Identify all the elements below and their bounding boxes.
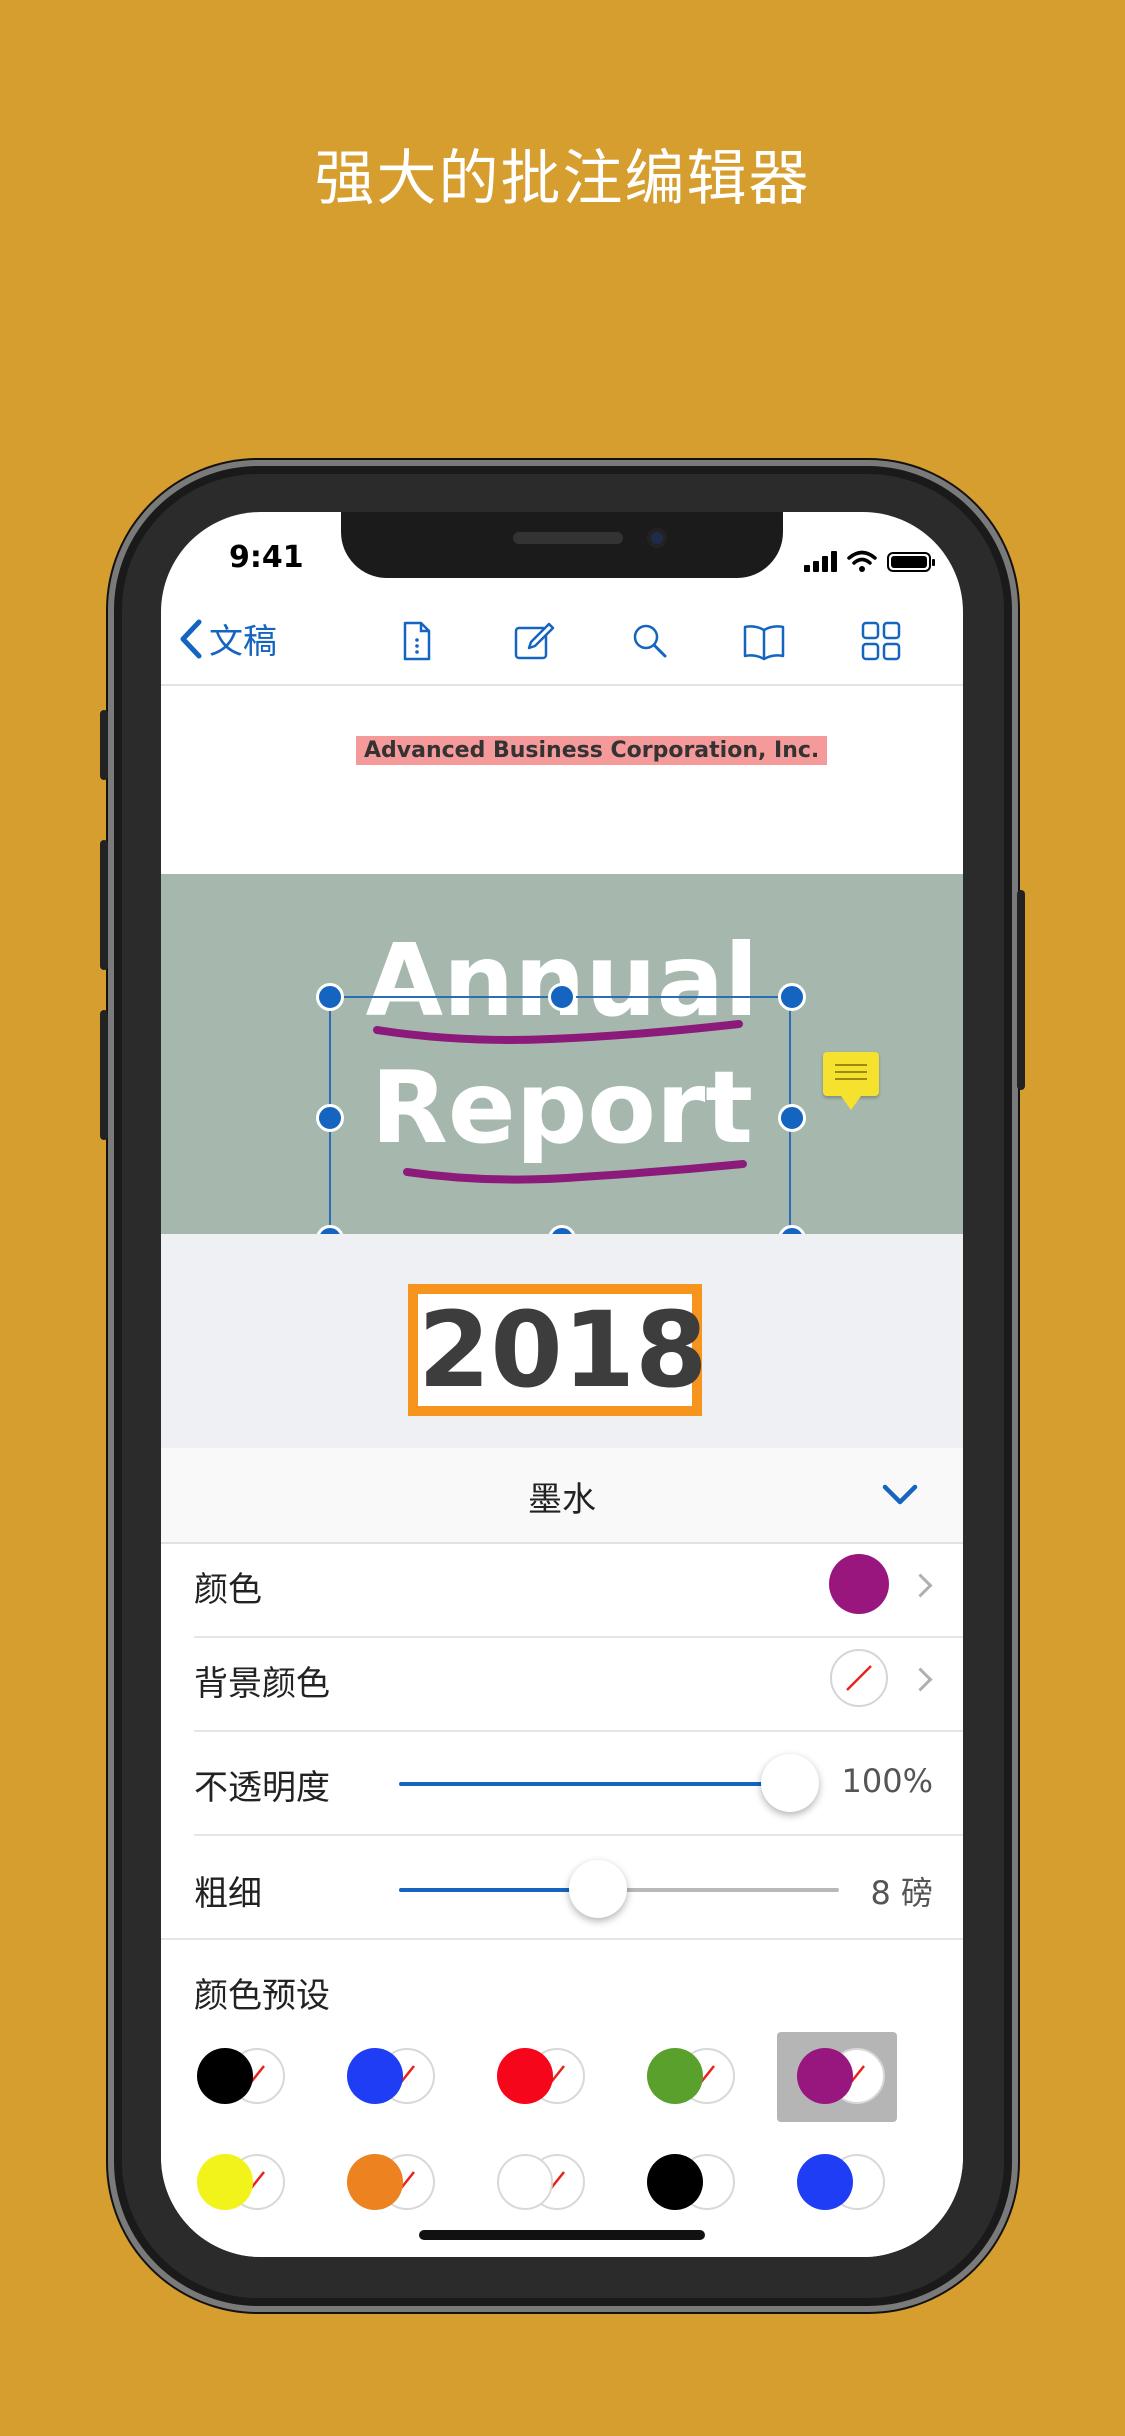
book-icon[interactable] [741,618,787,664]
power-button [1017,890,1025,1090]
chevron-right-icon[interactable] [908,1667,933,1692]
color-label: 颜色 [194,1570,262,1610]
back-button[interactable]: 文稿 [179,614,277,663]
chevron-down-icon[interactable] [881,1482,919,1508]
grid-icon[interactable] [858,618,904,664]
color-preset-7[interactable] [327,2138,447,2228]
ink-inspector-panel: 墨水 颜色 背景颜色 不透明度 100% 粗细 8 磅 颜色预设 [161,1448,963,2257]
front-camera [647,528,667,548]
speaker [513,532,623,544]
panel-title: 墨水 [528,1480,596,1520]
resize-handle-left[interactable] [316,1104,344,1132]
phone-screen: 9:41 文稿 Advanced Business Corporation, I… [161,512,963,2257]
back-button-label: 文稿 [209,622,277,662]
color-preset-5[interactable] [777,2032,897,2122]
resize-handle-top-right[interactable] [778,983,806,1011]
document-page: Advanced Business Corporation, Inc. Annu… [161,686,963,1448]
thickness-value: 8 磅 [870,1874,933,1912]
preset-stroke-swatch [347,2154,403,2210]
opacity-label: 不透明度 [194,1768,330,1808]
resize-handle-top[interactable] [548,983,576,1011]
cellular-signal-icon [804,550,837,572]
preset-stroke-swatch [347,2048,403,2104]
preset-stroke-swatch [197,2048,253,2104]
preset-stroke-swatch [647,2154,703,2210]
preset-stroke-swatch [497,2048,553,2104]
wifi-icon [847,550,877,572]
volume-up-button [100,840,108,970]
panel-header: 墨水 [161,1448,963,1544]
chevron-left-icon [180,619,202,658]
annotation-selection-box[interactable] [329,996,791,1238]
resize-handle-right[interactable] [778,1104,806,1132]
background-color-label: 背景颜色 [194,1664,330,1704]
document-toolbar: 文稿 [161,596,963,686]
opacity-slider-thumb[interactable] [761,1754,819,1812]
resize-handle-top-left[interactable] [316,983,344,1011]
status-time: 9:41 [229,540,304,575]
color-preset-2[interactable] [327,2032,447,2122]
color-preset-4[interactable] [627,2032,747,2122]
color-preset-10[interactable] [777,2138,897,2228]
status-icons [804,542,935,572]
preset-stroke-swatch [647,2048,703,2104]
year-highlight-box: 2018 [408,1284,707,1416]
color-swatch[interactable] [829,1554,889,1614]
divider [194,1636,963,1638]
color-preset-1[interactable] [177,2032,297,2122]
color-preset-6[interactable] [177,2138,297,2228]
volume-down-button [100,1010,108,1140]
document-outline-icon[interactable] [393,618,439,664]
divider [194,1730,963,1732]
color-preset-9[interactable] [627,2138,747,2228]
home-indicator [419,2230,705,2240]
opacity-value: 100% [841,1762,933,1800]
preset-stroke-swatch [497,2154,553,2210]
mute-switch [100,710,108,780]
notch [341,512,783,578]
color-preset-8[interactable] [477,2138,597,2228]
divider [194,1834,963,1836]
search-icon[interactable] [627,618,673,664]
color-presets-label: 颜色预设 [194,1976,330,2016]
edit-icon[interactable] [511,618,557,664]
sticky-note-icon[interactable] [823,1052,879,1110]
preset-stroke-swatch [797,2154,853,2210]
preset-stroke-swatch [797,2048,853,2104]
thickness-label: 粗细 [194,1874,262,1914]
opacity-slider-track[interactable] [399,1782,789,1786]
color-preset-3[interactable] [477,2032,597,2122]
no-color-swatch[interactable] [829,1648,889,1708]
chevron-right-icon[interactable] [908,1573,933,1598]
year-section: 2018 [161,1234,963,1448]
thickness-slider-thumb[interactable] [569,1860,627,1918]
divider [161,1938,963,1940]
battery-icon [887,552,935,572]
preset-stroke-swatch [197,2154,253,2210]
marketing-headline: 强大的批注编辑器 [314,144,811,214]
